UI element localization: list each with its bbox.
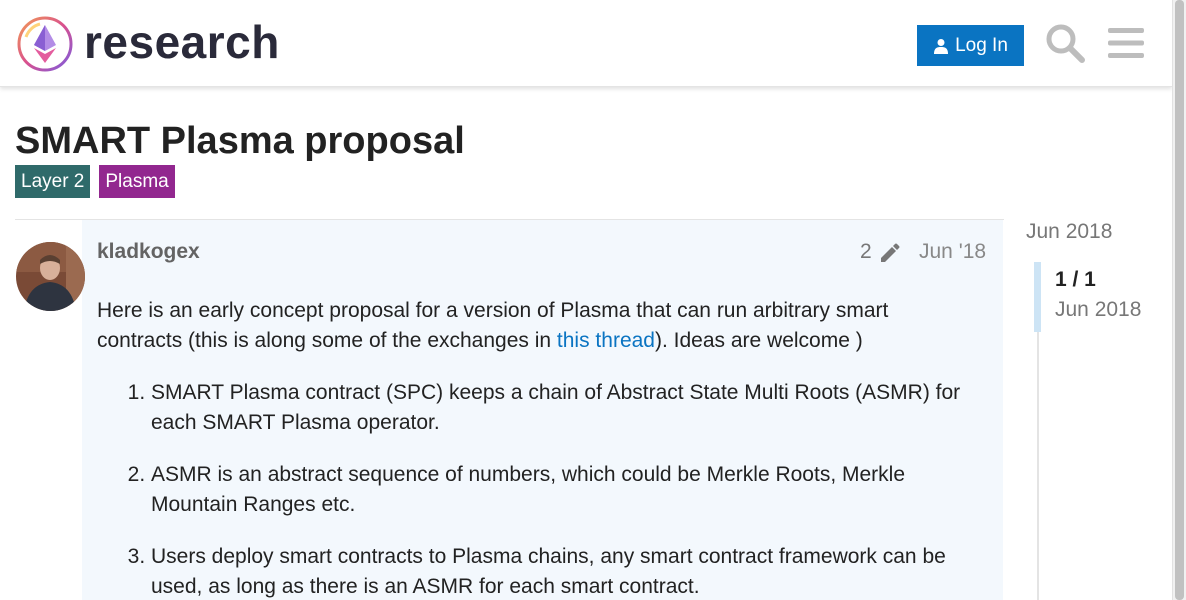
- login-label: Log In: [955, 34, 1008, 56]
- post-content: Here is an early concept proposal for a …: [97, 296, 977, 600]
- thread-link[interactable]: this thread: [557, 329, 655, 352]
- topic-tags: Layer 2 Plasma: [15, 165, 175, 198]
- pencil-icon: [880, 243, 900, 262]
- avatar[interactable]: [16, 242, 85, 311]
- page-scrollbar[interactable]: [1172, 0, 1186, 600]
- timeline-handle[interactable]: [1034, 262, 1041, 332]
- hamburger-menu-icon[interactable]: [1108, 26, 1144, 60]
- user-icon: [934, 38, 949, 54]
- search-icon[interactable]: [1045, 23, 1085, 63]
- topic-title[interactable]: SMART Plasma proposal: [15, 118, 465, 164]
- edit-count: 2: [860, 240, 872, 263]
- list-item: Users deploy smart contracts to Plasma c…: [151, 542, 977, 600]
- timeline-position: 1 / 1: [1055, 268, 1096, 291]
- post-date[interactable]: Jun '18: [919, 240, 986, 264]
- tag-layer-2[interactable]: Layer 2: [15, 165, 91, 198]
- site-title[interactable]: research: [84, 14, 280, 70]
- post-intro: Here is an early concept proposal for a …: [97, 296, 977, 356]
- logo-icon[interactable]: [16, 15, 74, 73]
- post-intro-text-end: ). Ideas are welcome ): [654, 329, 863, 352]
- timeline-start-date[interactable]: Jun 2018: [1026, 220, 1112, 244]
- post-numbered-list: SMART Plasma contract (SPC) keeps a chai…: [97, 378, 977, 600]
- list-item: SMART Plasma contract (SPC) keeps a chai…: [151, 378, 977, 438]
- list-item: ASMR is an abstract sequence of numbers,…: [151, 460, 977, 520]
- site-header: research Log In: [0, 0, 1172, 87]
- login-button[interactable]: Log In: [917, 25, 1024, 66]
- scrollbar-thumb[interactable]: [1175, 0, 1184, 600]
- timeline-current-date: Jun 2018: [1055, 298, 1142, 321]
- post-author-username[interactable]: kladkogex: [97, 240, 200, 264]
- tag-plasma[interactable]: Plasma: [99, 165, 175, 198]
- post-edit-history[interactable]: 2: [860, 240, 900, 264]
